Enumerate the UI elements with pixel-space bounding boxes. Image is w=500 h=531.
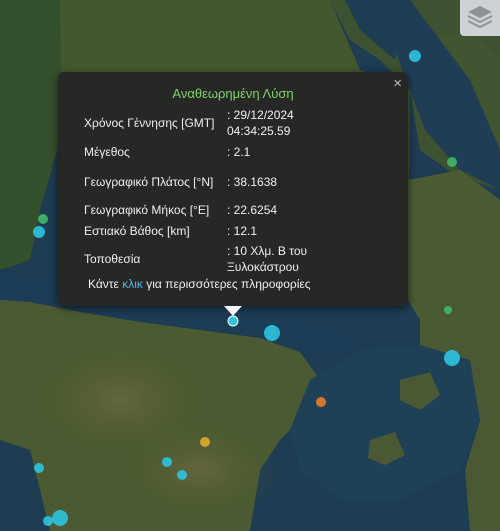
- earthquake-marker[interactable]: [444, 306, 452, 314]
- northeast-land: [408, 170, 500, 330]
- depth-row: Εστιακό Βάθος [km] : 12.1: [84, 221, 347, 241]
- magnitude-label: Μέγεθος: [84, 145, 130, 159]
- earthquake-marker[interactable]: [38, 214, 48, 224]
- latitude-value: : 38.1638: [227, 175, 278, 189]
- location-value: : 10 Χλμ. Β του Ξυλοκάστρου: [227, 244, 308, 274]
- more-info-prefix: Κάντε: [88, 277, 123, 291]
- earthquake-marker[interactable]: [52, 510, 68, 526]
- earthquake-marker[interactable]: [162, 457, 172, 467]
- earthquake-marker[interactable]: [200, 437, 210, 447]
- selected-earthquake-marker[interactable]: [227, 315, 239, 327]
- earthquake-marker[interactable]: [316, 397, 326, 407]
- more-info-link[interactable]: κλικ: [122, 277, 143, 291]
- earthquake-details-table: Χρόνος Γέννησης [GMT] : 29/12/2024 04:34…: [84, 106, 347, 277]
- popup-title: Αναθεωρημένη Λύση: [172, 86, 294, 101]
- layers-icon: [467, 6, 493, 29]
- origin-time-value: : 29/12/2024 04:34:25.59: [227, 107, 294, 138]
- earthquake-marker[interactable]: [177, 470, 187, 480]
- depth-value: : 12.1: [227, 224, 258, 238]
- longitude-value: : 22.6254: [227, 203, 278, 217]
- earthquake-marker[interactable]: [444, 350, 460, 366]
- location-row: Τοποθεσία : 10 Χλμ. Β του Ξυλοκάστρου: [84, 241, 347, 277]
- earthquake-marker[interactable]: [34, 463, 44, 473]
- longitude-row: Γεωγραφικό Μήκος [°E] : 22.6254: [84, 199, 347, 221]
- popup-pointer: [224, 306, 242, 316]
- magnitude-row: Μέγεθος : 2.1: [84, 139, 347, 165]
- mountains-south: [120, 420, 280, 520]
- location-label: Τοποθεσία: [84, 252, 141, 266]
- latitude-row: Γεωγραφικό Πλάτος [°N] : 38.1638: [84, 165, 347, 199]
- longitude-label: Γεωγραφικό Μήκος [°E]: [84, 203, 210, 217]
- earthquake-info-popup: × Αναθεωρημένη Λύση Χρόνος Γέννησης [GMT…: [58, 72, 408, 306]
- depth-label: Εστιακό Βάθος [km]: [84, 224, 190, 238]
- layers-button[interactable]: [460, 0, 500, 36]
- earthquake-marker[interactable]: [447, 157, 457, 167]
- origin-time-row: Χρόνος Γέννησης [GMT] : 29/12/2024 04:34…: [84, 106, 347, 139]
- more-info-line: Κάντε κλικ για περισσότερες πληροφορίες: [88, 277, 311, 291]
- earthquake-marker[interactable]: [409, 50, 421, 62]
- origin-time-label: Χρόνος Γέννησης [GMT]: [84, 115, 215, 130]
- earthquake-marker[interactable]: [43, 516, 53, 526]
- latitude-label: Γεωγραφικό Πλάτος [°N]: [84, 175, 214, 189]
- earthquake-marker[interactable]: [264, 325, 280, 341]
- earthquake-marker[interactable]: [33, 226, 45, 238]
- more-info-suffix: για περισσότερες πληροφορίες: [142, 277, 311, 291]
- magnitude-value: : 2.1: [227, 145, 251, 159]
